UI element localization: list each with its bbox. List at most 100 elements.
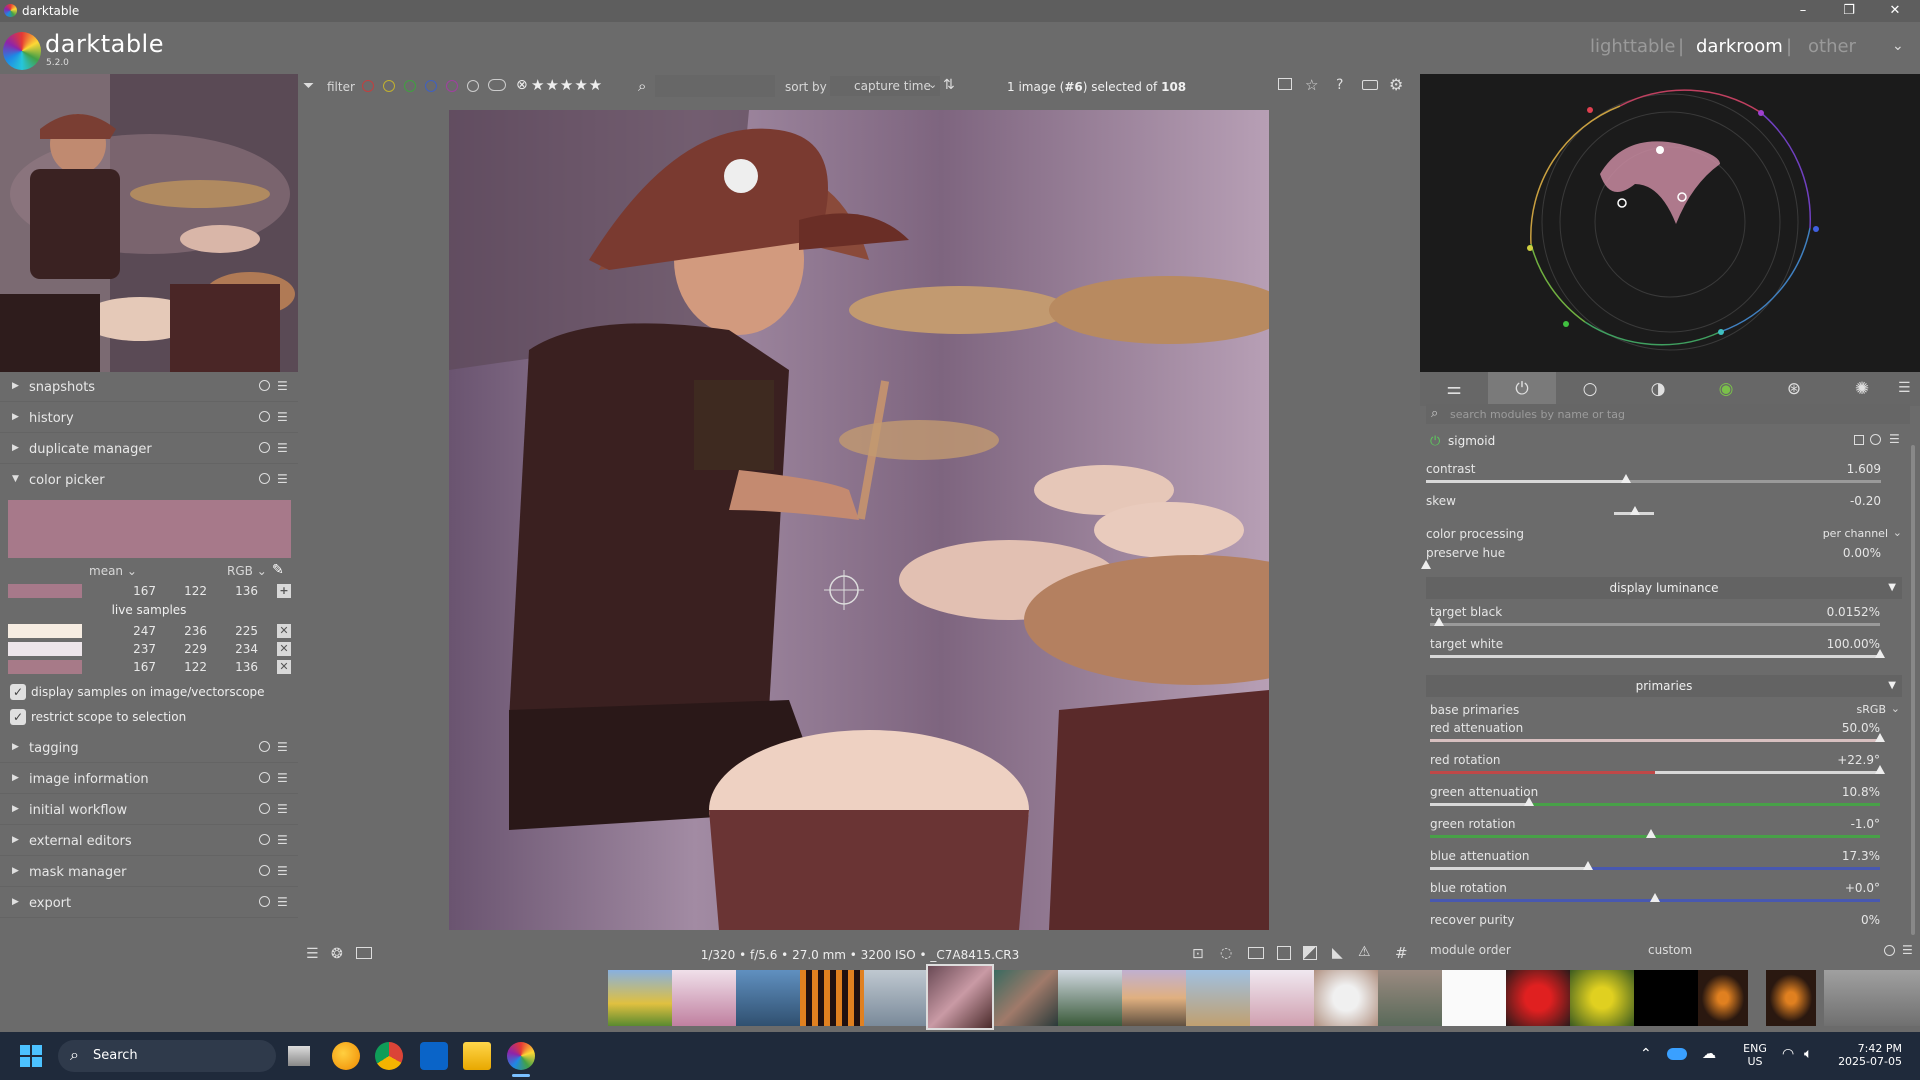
live-sample-row[interactable]: 237 229 234 ✕ [8,642,291,656]
text-search-input[interactable] [655,75,775,97]
panel-initial-workflow[interactable]: ▶ initial workflow ☰ [0,795,298,825]
panel-external-editors[interactable]: ▶ external editors ☰ [0,826,298,856]
skew-slider[interactable]: skew -0.20 [1426,494,1881,526]
help-icon[interactable]: ? [1336,77,1343,93]
view-other[interactable]: other [1808,36,1856,57]
reset-icon[interactable] [259,380,270,391]
film-thumbnail[interactable] [608,970,672,1026]
module-group-tab-active[interactable]: ⏻ [1488,372,1556,406]
live-sample-row[interactable]: 167 122 136 ✕ [8,660,291,674]
right-panel-scrollbar[interactable] [1911,445,1915,935]
contrast-slider[interactable]: contrast 1.609 [1426,462,1881,494]
color-label-red-icon[interactable] [362,80,374,92]
sort-select[interactable]: capture time ⌄ [830,76,940,96]
presets-menu-icon[interactable]: ☰ [1889,432,1900,446]
film-thumbnail[interactable] [1058,970,1122,1026]
reset-icon[interactable] [259,442,270,453]
panel-duplicate-manager[interactable]: ▶ duplicate manager ☰ [0,434,298,464]
film-thumbnail[interactable] [1824,970,1920,1026]
color-assessment-icon[interactable]: ◌ [1220,945,1232,961]
film-thumbnail[interactable] [864,970,928,1026]
panel-mask-manager[interactable]: ▶ mask manager ☰ [0,857,298,887]
slider-knob[interactable] [1875,733,1885,742]
navigation-thumbnail[interactable] [0,74,298,372]
taskbar-clock[interactable]: 7:42 PM 2025-07-05 [1832,1042,1902,1068]
presets-menu-icon[interactable]: ☰ [277,864,288,878]
panel-history[interactable]: ▶ history ☰ [0,403,298,433]
module-group-tab-correct[interactable]: ⊛ [1760,372,1828,406]
film-thumbnail[interactable] [1698,970,1748,1026]
green-attenuation-slider[interactable]: green attenuation 10.8% [1430,785,1880,817]
reset-icon[interactable] [259,865,270,876]
module-enabled-power-icon[interactable]: ⏻ [1430,434,1440,449]
preserve-hue-slider[interactable]: preserve hue 0.00% [1421,546,1881,578]
color-label-yellow-icon[interactable] [383,80,395,92]
module-group-tab-effect[interactable]: ✺ [1828,372,1896,406]
presets-menu-icon[interactable]: ☰ [277,441,288,455]
red-attenuation-slider[interactable]: red attenuation 50.0% [1430,721,1885,753]
module-group-tab-tone[interactable]: ◑ [1624,372,1692,406]
cloud-sync-icon[interactable]: ☁ [1702,1046,1716,1062]
film-thumbnail[interactable] [1314,970,1378,1026]
reset-icon[interactable] [259,803,270,814]
slider-knob[interactable] [1645,829,1656,838]
main-photo[interactable] [449,110,1269,930]
film-thumbnail[interactable] [1186,970,1250,1026]
slider-knob[interactable] [1524,797,1534,806]
clipping-icon[interactable] [1277,946,1291,960]
color-label-blue-icon[interactable] [425,80,437,92]
color-label-green-icon[interactable] [404,80,416,92]
slider-knob[interactable] [1875,765,1885,774]
blue-attenuation-slider[interactable]: blue attenuation 17.3% [1430,849,1880,881]
live-sample-row[interactable]: 247 236 225 ✕ [8,624,291,638]
outlook-icon[interactable] [420,1042,448,1070]
remove-sample-button[interactable]: ✕ [277,624,291,638]
blue-rotation-slider[interactable]: blue rotation +0.0° [1430,881,1880,913]
language-indicator[interactable]: ENG US [1740,1042,1770,1068]
film-thumbnail[interactable] [800,970,864,1026]
section-primaries[interactable]: primaries ▼ [1426,675,1902,697]
presets-menu-icon[interactable]: ☰ [1902,943,1913,957]
module-group-tab-base[interactable]: ○ [1556,372,1624,406]
target-black-slider[interactable]: target black 0.0152% [1430,605,1880,637]
view-lighttable[interactable]: lighttable [1590,36,1675,57]
volume-icon[interactable]: 🔈︎ [1804,1046,1812,1062]
film-thumbnail[interactable] [1442,970,1506,1026]
warning-icon[interactable]: ⚠ [1358,944,1371,960]
module-search-input[interactable]: ⌕ search modules by name or tag [1426,404,1910,424]
reset-icon[interactable] [259,473,270,484]
wifi-icon[interactable]: ◠ [1782,1046,1794,1062]
section-display-luminance[interactable]: display luminance ▼ [1426,577,1902,599]
green-rotation-slider[interactable]: green rotation -1.0° [1430,817,1880,849]
taskbar-search-box[interactable]: ⌕ Search [58,1040,276,1072]
windows-start-icon[interactable] [20,1045,42,1067]
vectorscope[interactable] [1420,74,1920,372]
color-label-purple-icon[interactable] [446,80,458,92]
focus-peaking-icon[interactable]: ⊡ [1192,946,1204,962]
color-label-op-icon[interactable] [488,79,506,91]
minimize-button[interactable]: – [1788,2,1818,20]
film-thumbnail[interactable] [1506,970,1570,1026]
presets-menu-icon[interactable]: ☰ [277,802,288,816]
presets-menu-icon[interactable]: ☰ [277,895,288,909]
view-darkroom[interactable]: darkroom [1696,36,1783,57]
presets-menu-icon[interactable]: ☰ [277,410,288,424]
raw-overexposed-icon[interactable] [1248,947,1264,959]
panel-image-information[interactable]: ▶ image information ☰ [0,764,298,794]
film-thumbnail-selected[interactable] [926,964,994,1030]
star-overlay-icon[interactable]: ☆ [1305,76,1318,94]
reset-icon[interactable] [259,834,270,845]
onedrive-icon[interactable] [1667,1048,1687,1060]
presets-menu-icon[interactable]: ☰ [277,740,288,754]
filter-icon[interactable]: ⏷ [303,78,314,94]
module-order-value[interactable]: custom [1648,943,1692,957]
presets-menu-icon[interactable]: ☰ [1898,380,1911,396]
search-icon[interactable]: ⌕ [638,77,646,95]
color-processing-select[interactable]: color processing per channel ⌄ [1426,526,1902,543]
file-explorer-icon[interactable] [463,1042,491,1070]
film-thumbnail[interactable] [1122,970,1186,1026]
remove-sample-button[interactable]: ✕ [277,642,291,656]
softproof-icon[interactable] [1303,946,1317,960]
reset-icon[interactable] [1870,434,1881,445]
reset-icon[interactable] [259,411,270,422]
